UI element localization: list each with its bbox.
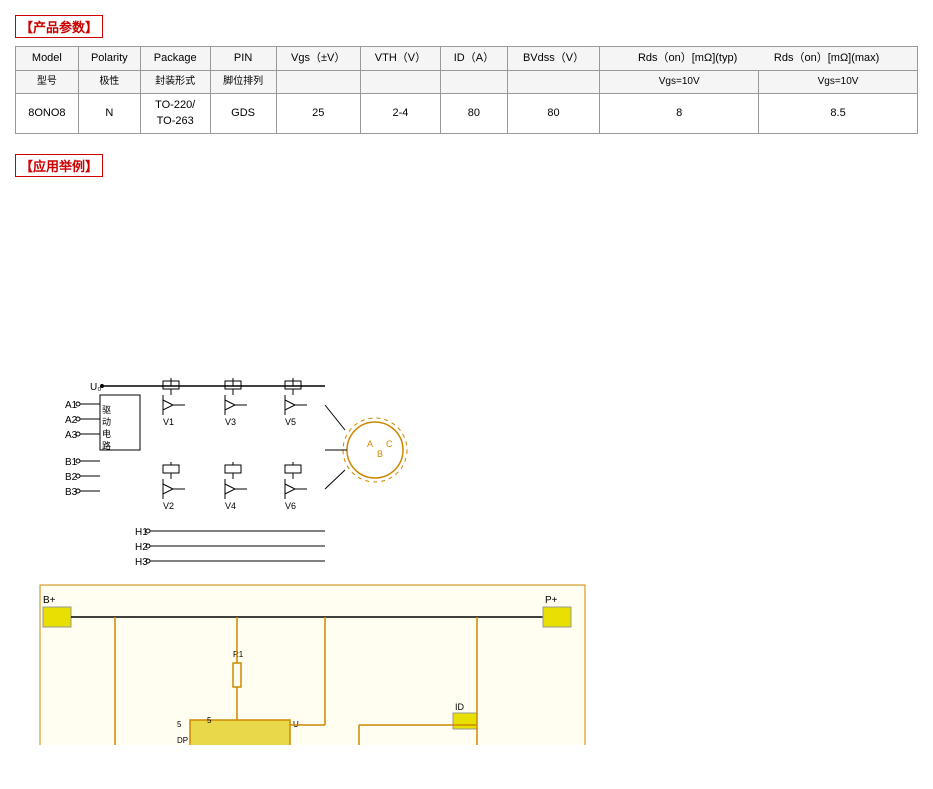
label-pplus: P+	[545, 595, 558, 606]
label-b2: B2	[65, 472, 78, 483]
lower-circuit-bg	[40, 585, 585, 745]
label-v6: V6	[285, 501, 296, 511]
label-a3: A3	[65, 430, 78, 441]
label-motor-a: A	[367, 439, 373, 449]
motor-symbol	[347, 422, 403, 478]
label-r1: R1	[233, 650, 244, 659]
table-header-row2: 型号 极性 封装形式 脚位排列 Vgs=10V Vgs=10V	[16, 71, 918, 94]
pin-5-label: 5	[207, 716, 212, 725]
table-data-row: 8ONO8 N TO-220/TO-263 GDS 25 2-4 80 80 8…	[16, 94, 918, 134]
data-rds-typ: 8	[600, 94, 759, 134]
col-package: Package	[140, 47, 210, 71]
col-id: ID（A）	[441, 47, 508, 71]
mosfet-v2: V2	[163, 462, 185, 511]
data-id: 80	[441, 94, 508, 134]
label-a2: A2	[65, 415, 78, 426]
data-package: TO-220/TO-263	[140, 94, 210, 134]
data-vgs: 25	[276, 94, 360, 134]
vdd-chip	[190, 720, 290, 745]
sub-pin: 脚位排列	[210, 71, 276, 94]
id-terminal	[453, 713, 477, 729]
label-drive3: 电	[102, 428, 111, 439]
pin-5: 5	[177, 720, 182, 729]
col-pin: PIN	[210, 47, 276, 71]
bplus-terminal	[43, 607, 71, 627]
label-v1: V1	[163, 417, 174, 427]
label-drive4: 路	[102, 440, 111, 451]
sub-rds-max: Vgs=10V	[759, 71, 918, 94]
label-b1: B1	[65, 457, 78, 468]
params-table: Model Polarity Package PIN Vgs（±V） VTH（V…	[15, 46, 918, 134]
label-motor-c: C	[386, 439, 393, 449]
label-drive2: 动	[102, 417, 111, 427]
label-a1: A1	[65, 400, 78, 411]
mosfet-v6: V6	[285, 462, 307, 511]
data-bvdss: 80	[507, 94, 600, 134]
label-bplus: B+	[43, 595, 56, 606]
app-title: 【应用举例】	[15, 154, 103, 177]
mosfet-v4: V4	[225, 462, 247, 511]
data-rds-max: 8.5	[759, 94, 918, 134]
label-dp: DP	[177, 736, 188, 745]
col-vth: VTH（V）	[360, 47, 440, 71]
col-bvdss: BVdss（V）	[507, 47, 600, 71]
params-title: 【产品参数】	[15, 15, 103, 38]
label-id: ID	[455, 702, 465, 712]
label-v2: V2	[163, 501, 174, 511]
full-circuit-svg: U₀ A1 A2 A3 驱 动 电 路 B1 B2	[15, 185, 915, 745]
col-rds: Rds（on）[mΩ](typ) Rds（on）[mΩ](max)	[600, 47, 918, 71]
label-motor-b: B	[377, 449, 383, 459]
label-v4: V4	[225, 501, 236, 511]
col-model: Model	[16, 47, 79, 71]
sub-vth-empty	[360, 71, 440, 94]
sub-vgs-empty	[276, 71, 360, 94]
label-b3: B3	[65, 487, 78, 498]
app-example-section: 【应用举例】 U₀ A1 A2 A3 驱 动 电 路 B1	[15, 154, 918, 745]
sub-id-empty	[441, 71, 508, 94]
sub-bvdss-empty	[507, 71, 600, 94]
data-model: 8ONO8	[16, 94, 79, 134]
pplus-terminal	[543, 607, 571, 627]
data-vth: 2-4	[360, 94, 440, 134]
label-u0: U₀	[90, 382, 101, 393]
col-vgs: Vgs（±V）	[276, 47, 360, 71]
label-v5: V5	[285, 417, 296, 427]
table-header-row1: Model Polarity Package PIN Vgs（±V） VTH（V…	[16, 47, 918, 71]
product-params-section: 【产品参数】 Model Polarity Package PIN Vgs（±V…	[15, 15, 918, 134]
circuit-diagrams: U₀ A1 A2 A3 驱 动 电 路 B1 B2	[15, 185, 915, 745]
sub-package: 封装形式	[140, 71, 210, 94]
data-pin: GDS	[210, 94, 276, 134]
col-polarity: Polarity	[78, 47, 140, 71]
label-drive: 驱	[102, 405, 111, 415]
sub-polarity: 极性	[78, 71, 140, 94]
data-polarity: N	[78, 94, 140, 134]
sub-model: 型号	[16, 71, 79, 94]
label-v3: V3	[225, 417, 236, 427]
sub-rds-typ: Vgs=10V	[600, 71, 759, 94]
